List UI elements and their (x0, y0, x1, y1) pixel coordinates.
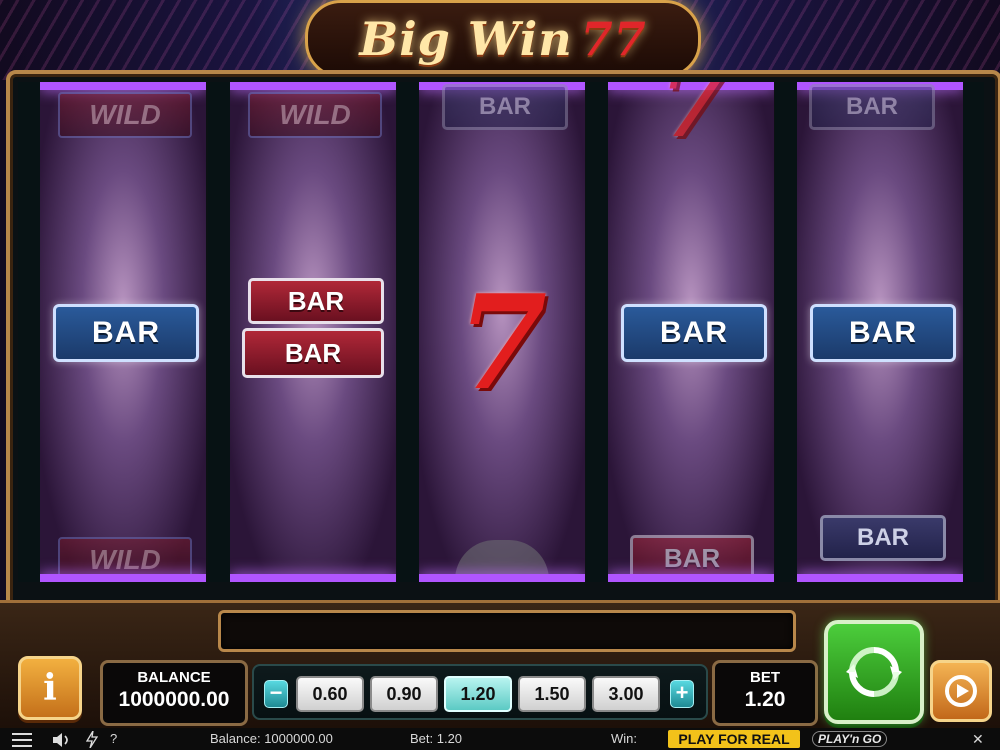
speaker-icon[interactable] (52, 732, 70, 748)
bar-symbol: BAR (442, 84, 568, 130)
spin-arrows-icon (846, 647, 902, 697)
wild-symbol: WILD (58, 92, 192, 138)
brand-logo: PLAY'n GO (812, 731, 888, 747)
wild-symbol: WILD (58, 537, 192, 582)
bar-symbol: BAR (242, 328, 384, 378)
bar-symbol: BAR (630, 535, 754, 581)
bar-symbol: BAR (809, 84, 935, 130)
bet-display: BET 1.20 (712, 660, 818, 726)
bet-option[interactable]: 0.90 (370, 676, 438, 712)
game-stage: Big Win 77 WILD BAR WILD WILD BAR BAR BA… (0, 0, 1000, 750)
reel-divider (397, 82, 419, 582)
bar-symbol: BAR (621, 304, 767, 362)
balance-display: BALANCE 1000000.00 (100, 660, 248, 726)
reel-1: WILD BAR WILD (40, 82, 206, 582)
spin-button[interactable] (824, 620, 924, 724)
reel-5: BAR BAR BAR (797, 82, 963, 582)
reel-2: WILD BAR BAR (230, 82, 396, 582)
reel-divider (18, 82, 40, 582)
info-button[interactable]: i (18, 656, 82, 720)
info-icon: i (43, 667, 57, 709)
bar-symbol: BAR (53, 304, 199, 362)
reel-3: BAR 7 (419, 82, 585, 582)
reel-4: 7 BAR BAR (608, 82, 774, 582)
autoplay-icon (945, 675, 977, 707)
bet-option[interactable]: 3.00 (592, 676, 660, 712)
seven-symbol: 7 (456, 265, 548, 419)
bet-option[interactable]: 0.60 (296, 676, 364, 712)
reel-divider (586, 82, 608, 582)
menu-icon[interactable] (12, 733, 32, 747)
close-button[interactable]: ✕ (972, 731, 984, 748)
balance-label: BALANCE (137, 669, 211, 686)
bet-option-selected[interactable]: 1.20 (444, 676, 512, 712)
play-for-real-button[interactable]: PLAY FOR REAL (668, 730, 800, 748)
logo-sevens: 77 (580, 12, 647, 66)
balance-value: 1000000.00 (118, 688, 230, 711)
bet-option[interactable]: 1.50 (518, 676, 586, 712)
bar-symbol: BAR (248, 278, 384, 324)
status-bar: ? Balance: 1000000.00 Bet: 1.20 Win: PLA… (0, 728, 1000, 750)
bet-value: 1.20 (744, 688, 786, 711)
lightning-icon[interactable] (86, 731, 98, 748)
bet-label: BET (750, 669, 780, 686)
bar-symbol: BAR (820, 515, 946, 561)
reel-divider (775, 82, 797, 582)
reel-divider (962, 82, 984, 582)
bar-symbol: BAR (810, 304, 956, 362)
seven-symbol: 7 (659, 82, 727, 159)
logo-text: Big Win (359, 12, 573, 66)
help-button[interactable]: ? (110, 731, 117, 746)
reel-divider (208, 82, 230, 582)
decrease-bet-button[interactable]: − (264, 680, 288, 708)
autoplay-button[interactable] (930, 660, 992, 722)
increase-bet-button[interactable]: + (670, 680, 694, 708)
game-logo: Big Win 77 (305, 0, 701, 78)
wild-symbol: WILD (248, 92, 382, 138)
message-bar (218, 610, 796, 652)
status-win: Win: (611, 731, 637, 746)
bell-symbol (455, 540, 549, 580)
status-bet: Bet: 1.20 (410, 731, 463, 746)
status-balance: Balance: 1000000.00 (210, 731, 333, 746)
